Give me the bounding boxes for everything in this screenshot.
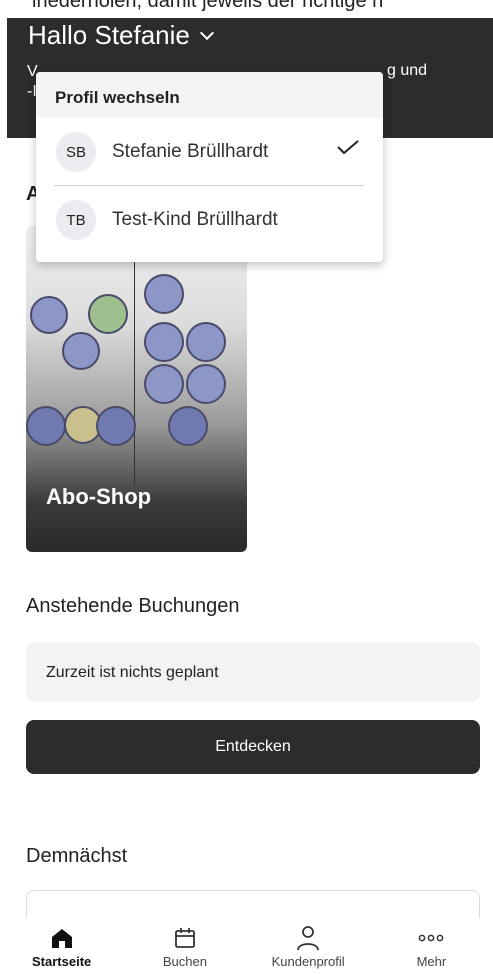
soon-heading: Demnächst	[26, 845, 128, 867]
nav-label: Mehr	[416, 954, 447, 969]
schedule-bubble	[144, 274, 184, 314]
divider	[54, 185, 364, 186]
more-icon	[419, 934, 444, 942]
header-subtitle-right: g und	[387, 62, 428, 79]
cropped-caption: ihederholen, damit jeweils der richtige …	[0, 0, 493, 18]
schedule-bubble	[144, 322, 184, 362]
calendar-icon	[174, 928, 195, 948]
schedule-bubble	[186, 322, 226, 362]
abo-shop-card[interactable]: Abo-Shop	[26, 226, 247, 552]
nav-label: Startseite	[32, 954, 92, 969]
user-icon	[297, 926, 320, 951]
profile-option-test-kind[interactable]: TB Test-Kind Brüllhardt	[36, 190, 383, 250]
profile-switcher[interactable]: Hallo Stefanie	[28, 20, 214, 51]
bottom-navigation: Startseite Buchen Kundenprofil Mehr	[0, 918, 493, 974]
profile-name: Stefanie Brüllhardt	[112, 141, 269, 162]
nav-item-buchen[interactable]: Buchen	[137, 924, 233, 969]
greeting-text: Hallo Stefanie	[28, 20, 190, 50]
profile-name: Test-Kind Brüllhardt	[112, 209, 278, 230]
checkmark-icon	[337, 140, 359, 154]
schedule-bubble	[186, 364, 226, 404]
schedule-bubble	[168, 406, 208, 446]
nav-item-startseite[interactable]: Startseite	[14, 924, 110, 969]
schedule-bubble	[144, 364, 184, 404]
avatar: SB	[56, 132, 96, 172]
dropdown-title: Profil wechseln	[55, 88, 180, 107]
nav-label: Kundenprofil	[271, 954, 345, 969]
schedule-bubble	[30, 296, 68, 334]
empty-bookings-text: Zurzeit ist nichts geplant	[46, 664, 219, 681]
chevron-down-icon	[199, 25, 214, 40]
nav-item-kundenprofil[interactable]: Kundenprofil	[260, 924, 356, 969]
nav-label: Buchen	[162, 954, 207, 969]
abo-shop-title: Abo-Shop	[46, 484, 152, 509]
schedule-bubble	[62, 332, 100, 370]
card-divider	[134, 246, 135, 486]
schedule-bubble	[88, 294, 128, 334]
avatar: TB	[56, 200, 96, 240]
profile-dropdown: Profil wechseln SB Stefanie Brüllhardt T…	[36, 72, 383, 262]
home-icon	[51, 929, 72, 948]
profile-option-stefanie[interactable]: SB Stefanie Brüllhardt	[36, 122, 383, 182]
schedule-bubble	[96, 406, 136, 446]
nav-item-mehr[interactable]: Mehr	[383, 924, 479, 969]
upcoming-bookings-heading: Anstehende Buchungen	[26, 595, 240, 617]
empty-bookings-box: Zurzeit ist nichts geplant	[26, 642, 480, 702]
discover-button[interactable]: Entdecken	[26, 720, 480, 774]
schedule-bubble	[26, 406, 66, 446]
